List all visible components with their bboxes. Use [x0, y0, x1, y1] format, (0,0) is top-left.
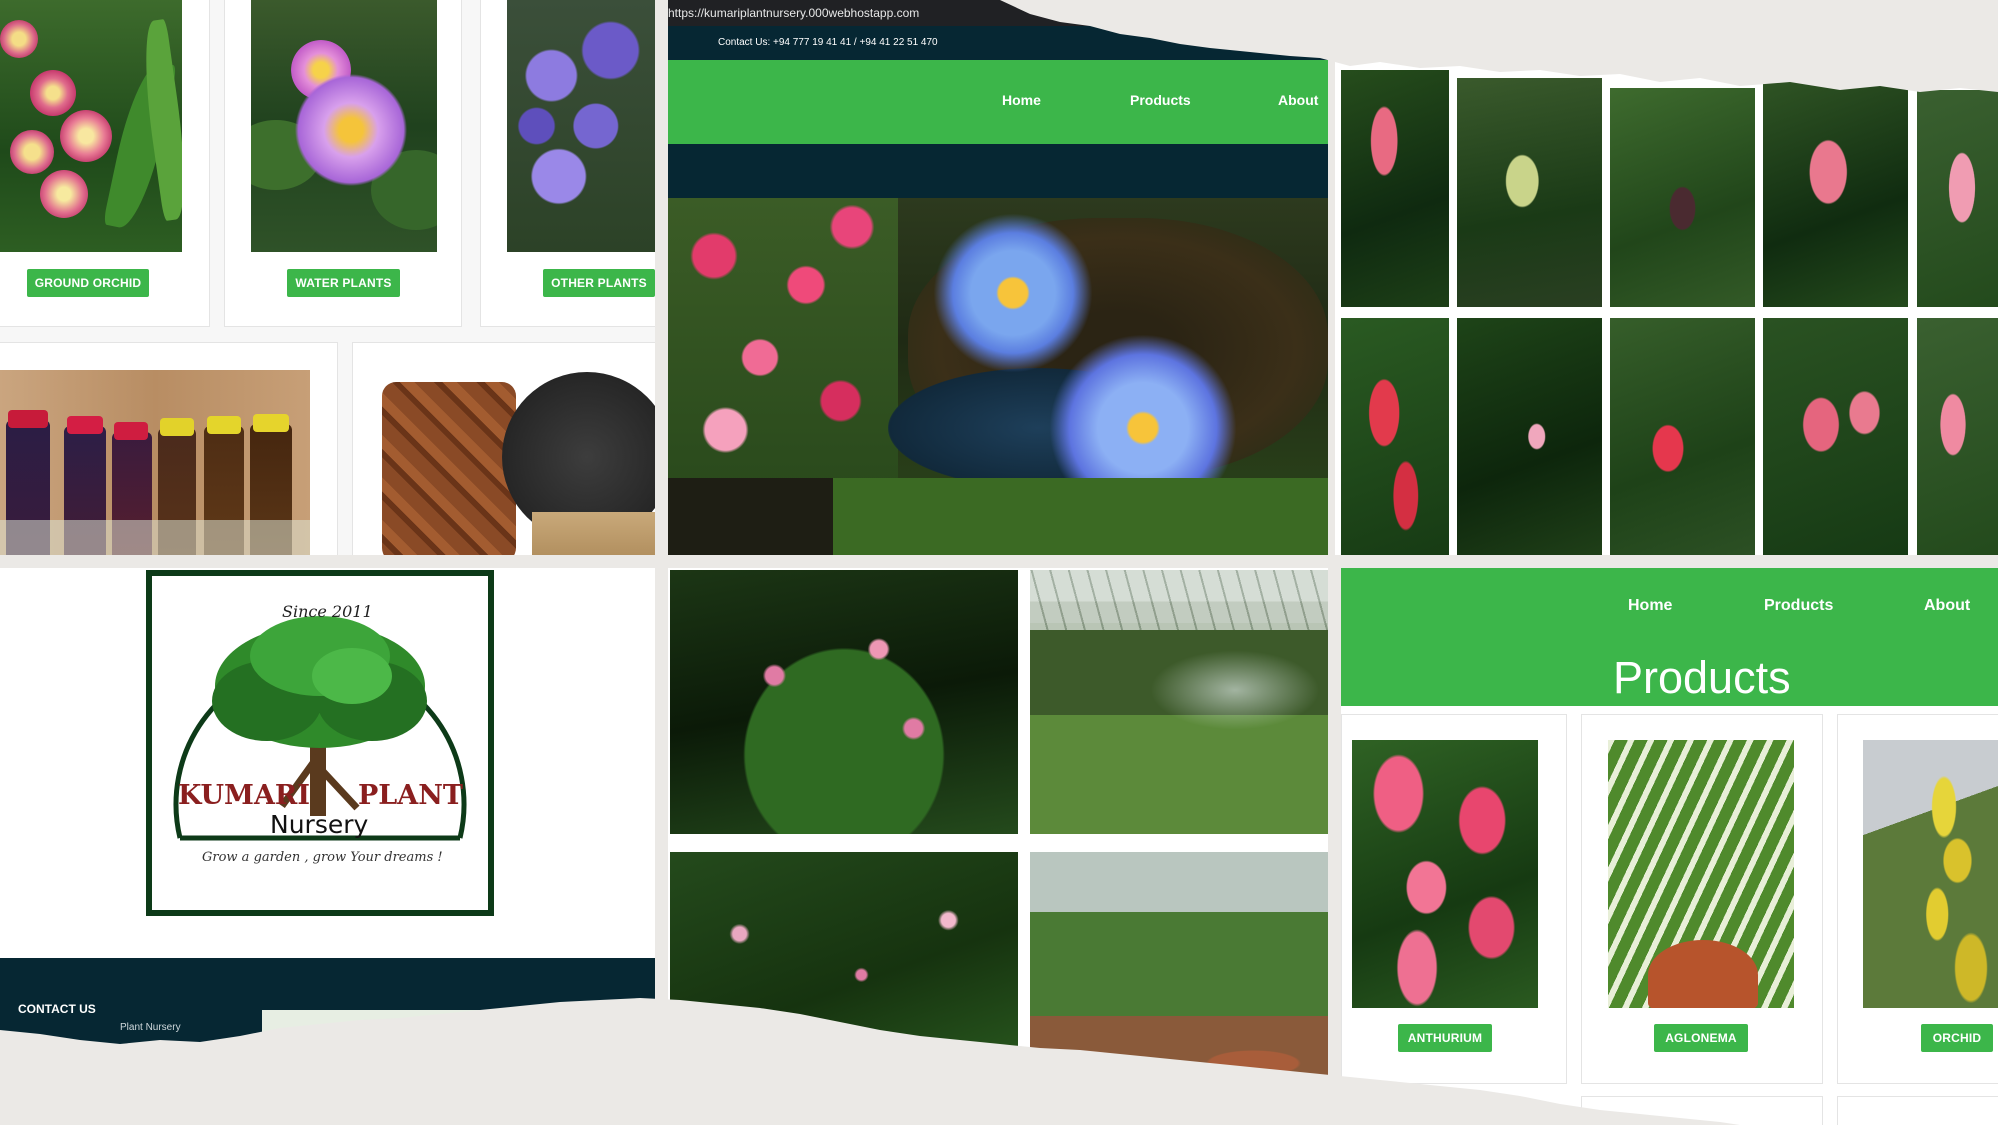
ground-orchid-button[interactable]: GROUND ORCHID — [27, 269, 149, 297]
gallery-photo-3 — [1610, 88, 1755, 307]
browser-address-bar[interactable]: https://kumariplantnursery.000webhostapp… — [668, 0, 1328, 26]
orchid-image — [1863, 740, 1998, 1008]
url-text: https://kumariplantnursery.000webhostapp… — [668, 6, 920, 20]
gallery-photo-10 — [1917, 318, 1998, 555]
products-nav-about[interactable]: About — [1924, 597, 1970, 615]
nursery-photo-2 — [1030, 570, 1328, 834]
footer-contact-heading: CONTACT US — [18, 1002, 96, 1016]
contact-phone: Contact Us: +94 777 19 41 41 / +94 41 22… — [718, 37, 938, 48]
water-plant-image — [251, 0, 437, 252]
logo-tagline: Grow a garden , grow Your dreams ! — [202, 850, 443, 865]
liquid-fertilizer-image — [0, 370, 310, 555]
other-plants-button[interactable]: OTHER PLANTS — [543, 269, 655, 297]
products-nav-home[interactable]: Home — [1628, 597, 1672, 615]
products-navbar: Home Products About — [1341, 568, 1998, 650]
logo-frame: Since 2011 KUMARI PLANT Nursery Grow a g… — [146, 570, 494, 916]
gallery-photo-1 — [1341, 70, 1449, 307]
anthurium-gallery-panel — [1335, 0, 1998, 555]
aglonema-button[interactable]: AGLONEMA — [1654, 1024, 1748, 1052]
logo-name-left: KUMARI — [178, 780, 310, 811]
water-plants-button[interactable]: WATER PLANTS — [287, 269, 400, 297]
products-page-title: Products — [1613, 652, 1791, 703]
contact-topbar: Contact Us: +94 777 19 41 41 / +94 41 22… — [668, 26, 1328, 60]
nav-products[interactable]: Products — [1130, 92, 1191, 108]
footer-line: Plant Nursery — [120, 1022, 181, 1033]
growing-media-image — [382, 372, 655, 555]
nav-home[interactable]: Home — [1002, 92, 1041, 108]
gallery-photo-4 — [1763, 82, 1908, 307]
homepage-panel: https://kumariplantnursery.000webhostapp… — [668, 0, 1328, 555]
anthurium-button[interactable]: ANTHURIUM — [1398, 1024, 1492, 1052]
nursery-photo-4 — [1030, 852, 1328, 1125]
gallery-photo-9 — [1763, 318, 1908, 555]
logo-subtitle: Nursery — [270, 810, 369, 839]
nav-about[interactable]: About — [1278, 92, 1318, 108]
logo-since: Since 2011 — [282, 602, 373, 621]
products-title-bar: Products — [1341, 650, 1998, 706]
category-panel: GROUND ORCHID WATER PLANTS OTHER PLANTS — [0, 0, 655, 555]
main-navbar: Home Products About — [668, 60, 1328, 144]
anthurium-image — [1352, 740, 1538, 1008]
footer-map[interactable] — [262, 1010, 482, 1090]
logo-name-right: PLANT — [358, 780, 464, 811]
orchid-button[interactable]: ORCHID — [1921, 1024, 1993, 1052]
products-page-panel: Home Products About Products ANTHURIUM A… — [1341, 568, 1998, 1125]
logo-panel: Since 2011 KUMARI PLANT Nursery Grow a g… — [0, 568, 655, 1125]
nursery-photos-panel — [668, 568, 1328, 1125]
nursery-photo-1 — [670, 570, 1018, 834]
footer: CONTACT US Plant Nursery — [0, 958, 655, 1125]
product-card-row2-right — [1837, 1096, 1998, 1125]
gallery-photo-7 — [1457, 318, 1602, 555]
gallery-photo-6 — [1341, 318, 1449, 555]
ground-orchid-image — [0, 0, 182, 252]
aglonema-image — [1608, 740, 1794, 1008]
other-plants-image — [507, 0, 655, 252]
hero-waterlily-image — [668, 198, 1328, 555]
gallery-photo-5 — [1917, 90, 1998, 307]
product-card-row2-left — [1581, 1096, 1823, 1125]
nursery-photo-3 — [670, 852, 1018, 1125]
gallery-photo-8 — [1610, 318, 1755, 555]
products-nav-products[interactable]: Products — [1764, 597, 1833, 615]
gallery-photo-2 — [1457, 78, 1602, 307]
